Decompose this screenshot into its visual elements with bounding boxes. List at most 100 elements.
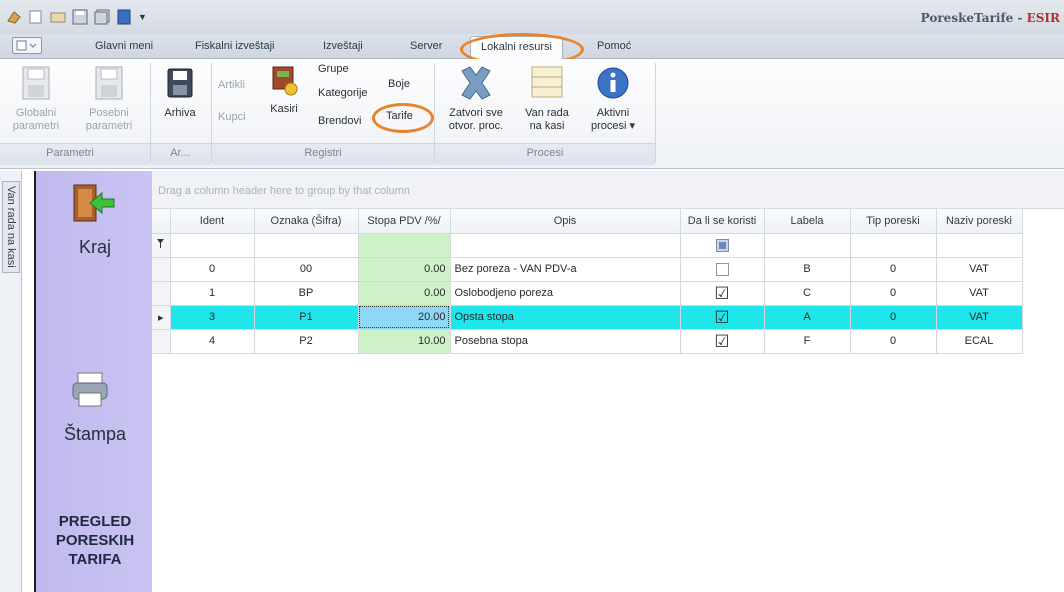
- open-icon[interactable]: [50, 9, 66, 25]
- brendovi-button[interactable]: Brendovi: [318, 115, 361, 127]
- table-row[interactable]: 4 P2 10.00 Posebna stopa ☑ F 0 ECAL: [152, 329, 1023, 354]
- cell-stopa[interactable]: 20.00: [358, 305, 451, 330]
- cell-ident[interactable]: 0: [170, 257, 255, 282]
- tab-izvestaji[interactable]: Izveštaji: [323, 40, 363, 52]
- tab-server[interactable]: Server: [410, 40, 442, 52]
- column-header[interactable]: Labela: [764, 209, 851, 234]
- cell-naziv[interactable]: VAT: [936, 257, 1023, 282]
- filter-cell[interactable]: [764, 233, 851, 258]
- tab-glavni-meni[interactable]: Glavni meni: [95, 40, 153, 52]
- column-header[interactable]: Oznaka (Šifra): [254, 209, 359, 234]
- cell-naziv[interactable]: ECAL: [936, 329, 1023, 354]
- print-button-label[interactable]: Štampa: [36, 424, 154, 445]
- cell-oznaka[interactable]: P1: [254, 305, 359, 330]
- group-label-parametri: Parametri: [46, 147, 94, 159]
- table-row[interactable]: 1 BP 0.00 Oslobodjeno poreza ☑ C 0 VAT: [152, 281, 1023, 306]
- group-by-panel[interactable]: Drag a column header here to group by th…: [152, 171, 1064, 209]
- cell-oznaka[interactable]: 00: [254, 257, 359, 282]
- group-label-procesi: Procesi: [526, 147, 564, 159]
- row-indicator[interactable]: [152, 329, 171, 354]
- row-indicator-arrow[interactable]: ▸: [152, 305, 171, 330]
- cell-ident[interactable]: 1: [170, 281, 255, 306]
- grupe-button[interactable]: Grupe: [318, 63, 349, 75]
- column-header[interactable]: Stopa PDV /%/: [358, 209, 451, 234]
- column-header[interactable]: Ident: [170, 209, 255, 234]
- column-header[interactable]: Tip poreski: [850, 209, 937, 234]
- globalni-parametri-button[interactable]: Globalni parametri: [8, 65, 64, 133]
- exit-button-label[interactable]: Kraj: [36, 237, 154, 258]
- checkmark-icon[interactable]: ☑: [714, 284, 729, 303]
- filter-cell[interactable]: [254, 233, 359, 258]
- filter-cell[interactable]: [680, 233, 765, 258]
- window-icon[interactable]: [116, 9, 132, 25]
- cell-stopa[interactable]: 0.00: [358, 257, 451, 282]
- tab-lokalni-resursi[interactable]: Lokalni resursi: [470, 36, 563, 60]
- cell-opis[interactable]: Posebna stopa: [450, 329, 681, 354]
- checkmark-icon[interactable]: ☑: [714, 308, 729, 327]
- van-rada-button[interactable]: Van rada na kasi: [518, 63, 576, 133]
- parameters-icon: [95, 66, 123, 100]
- customize-dropdown-icon[interactable]: ▼: [138, 9, 154, 25]
- cell-naziv[interactable]: VAT: [936, 281, 1023, 306]
- kasiri-button[interactable]: Kasiri: [264, 63, 304, 116]
- unchecked-checkbox[interactable]: [715, 262, 729, 276]
- header-row: Ident Oznaka (Šifra) Stopa PDV /%/ Opis …: [152, 209, 1023, 234]
- artikli-button[interactable]: Artikli: [218, 79, 245, 91]
- tab-fiskalni-izvestaji[interactable]: Fiskalni izveštaji: [195, 40, 274, 52]
- cell-labela[interactable]: A: [764, 305, 851, 330]
- row-indicator[interactable]: [152, 281, 171, 306]
- cell-opis[interactable]: Bez poreza - VAN PDV-a: [450, 257, 681, 282]
- cell-labela[interactable]: F: [764, 329, 851, 354]
- cell-oznaka[interactable]: BP: [254, 281, 359, 306]
- van-rada-na-kasi-tab[interactable]: Van rada na kasi: [2, 181, 20, 273]
- checkmark-icon[interactable]: ☑: [714, 332, 729, 351]
- cell-stopa[interactable]: 10.00: [358, 329, 451, 354]
- kategorije-button[interactable]: Kategorije: [318, 87, 368, 99]
- cell-labela[interactable]: B: [764, 257, 851, 282]
- cell-ident[interactable]: 4: [170, 329, 255, 354]
- tarife-button[interactable]: Tarife: [386, 110, 413, 122]
- cell-tip[interactable]: 0: [850, 257, 937, 282]
- filter-cell[interactable]: [850, 233, 937, 258]
- cell-stopa[interactable]: 0.00: [358, 281, 451, 306]
- cell-oznaka[interactable]: P2: [254, 329, 359, 354]
- arhiva-button[interactable]: Arhiva: [156, 65, 204, 120]
- cell-koristi[interactable]: ☑: [680, 281, 765, 306]
- save-icon[interactable]: [72, 9, 88, 25]
- column-header[interactable]: Opis: [450, 209, 681, 234]
- filter-cell[interactable]: [450, 233, 681, 258]
- cell-naziv[interactable]: VAT: [936, 305, 1023, 330]
- tab-pomoc[interactable]: Pomoć: [597, 40, 631, 52]
- filter-cell[interactable]: [170, 233, 255, 258]
- table-row[interactable]: 0 00 0.00 Bez poreza - VAN PDV-a B 0 VAT: [152, 257, 1023, 282]
- filter-checkbox[interactable]: [715, 238, 729, 252]
- cell-tip[interactable]: 0: [850, 329, 937, 354]
- cell-koristi[interactable]: [680, 257, 765, 282]
- exit-door-icon[interactable]: [68, 181, 116, 228]
- save-all-icon[interactable]: [94, 9, 110, 25]
- save-disk-icon: [167, 68, 193, 98]
- cell-labela[interactable]: C: [764, 281, 851, 306]
- column-header[interactable]: Naziv poreski: [936, 209, 1023, 234]
- kupci-button[interactable]: Kupci: [218, 111, 246, 123]
- cell-koristi[interactable]: ☑: [680, 305, 765, 330]
- app-icon[interactable]: [6, 9, 22, 25]
- row-indicator[interactable]: [152, 257, 171, 282]
- posebni-parametri-button[interactable]: Posebni parametri: [78, 65, 140, 133]
- cell-koristi[interactable]: ☑: [680, 329, 765, 354]
- cell-tip[interactable]: 0: [850, 305, 937, 330]
- boje-button[interactable]: Boje: [388, 78, 410, 90]
- cell-opis[interactable]: Oslobodjeno poreza: [450, 281, 681, 306]
- filter-cell[interactable]: [936, 233, 1023, 258]
- filter-cell[interactable]: [358, 233, 451, 258]
- cell-tip[interactable]: 0: [850, 281, 937, 306]
- printer-icon[interactable]: [70, 369, 110, 412]
- application-menu-button[interactable]: [12, 37, 42, 54]
- aktivni-procesi-button[interactable]: Aktivni procesi ▾: [584, 63, 642, 133]
- column-header[interactable]: Da li se koristi: [680, 209, 765, 234]
- cell-ident[interactable]: 3: [170, 305, 255, 330]
- zatvori-sve-button[interactable]: Zatvori sve otvor. proc.: [440, 63, 512, 133]
- cell-opis[interactable]: Opsta stopa: [450, 305, 681, 330]
- table-row-selected[interactable]: ▸ 3 P1 20.00 Opsta stopa ☑ A 0 VAT: [152, 305, 1023, 330]
- new-icon[interactable]: [28, 9, 44, 25]
